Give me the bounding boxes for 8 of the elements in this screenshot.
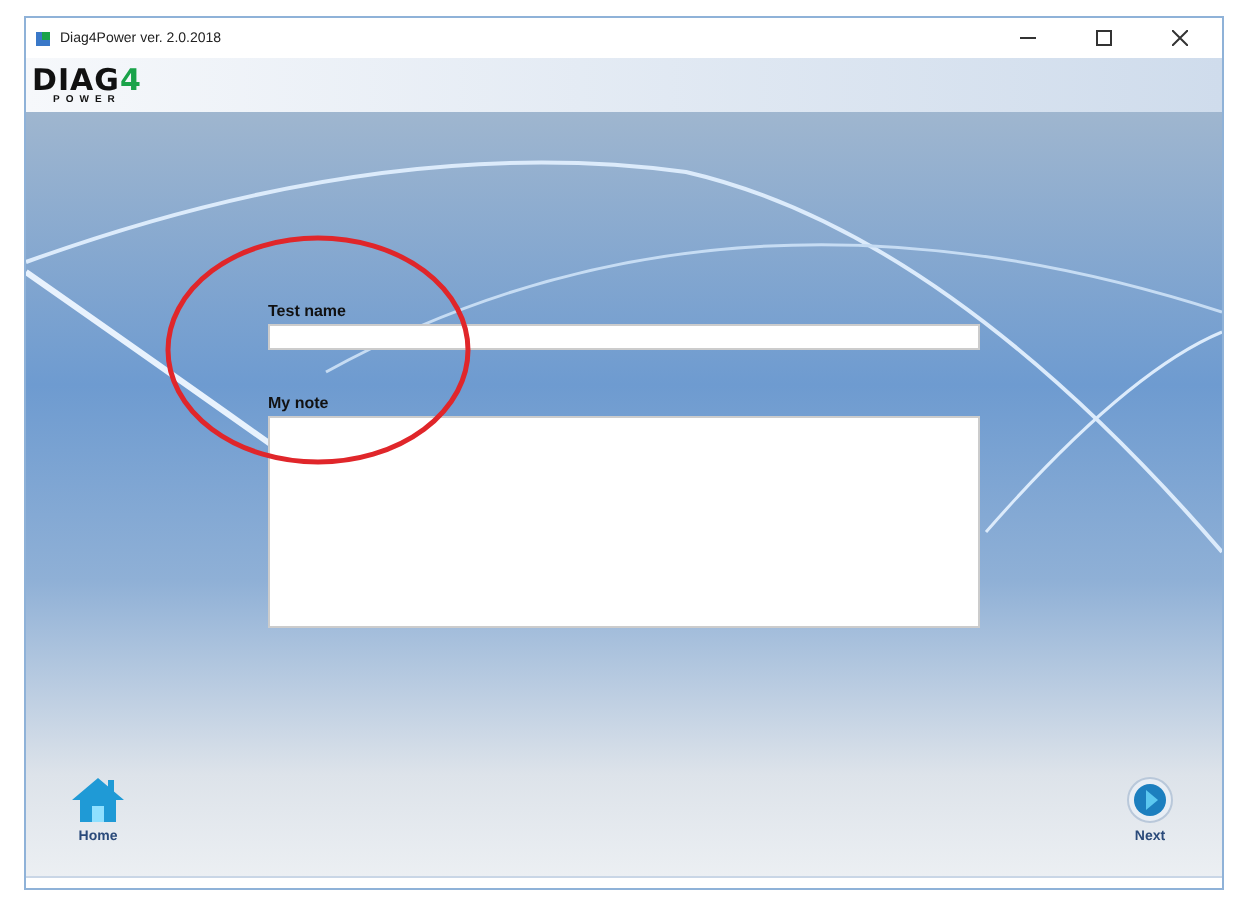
test-name-field[interactable] [268,324,980,350]
house-icon [70,776,126,824]
maximize-icon [1096,30,1112,46]
field-label: Test name [268,302,348,320]
app-icon [34,29,52,47]
field-label: My note [268,394,331,412]
note-field[interactable] [268,416,980,628]
close-icon [1172,30,1188,46]
